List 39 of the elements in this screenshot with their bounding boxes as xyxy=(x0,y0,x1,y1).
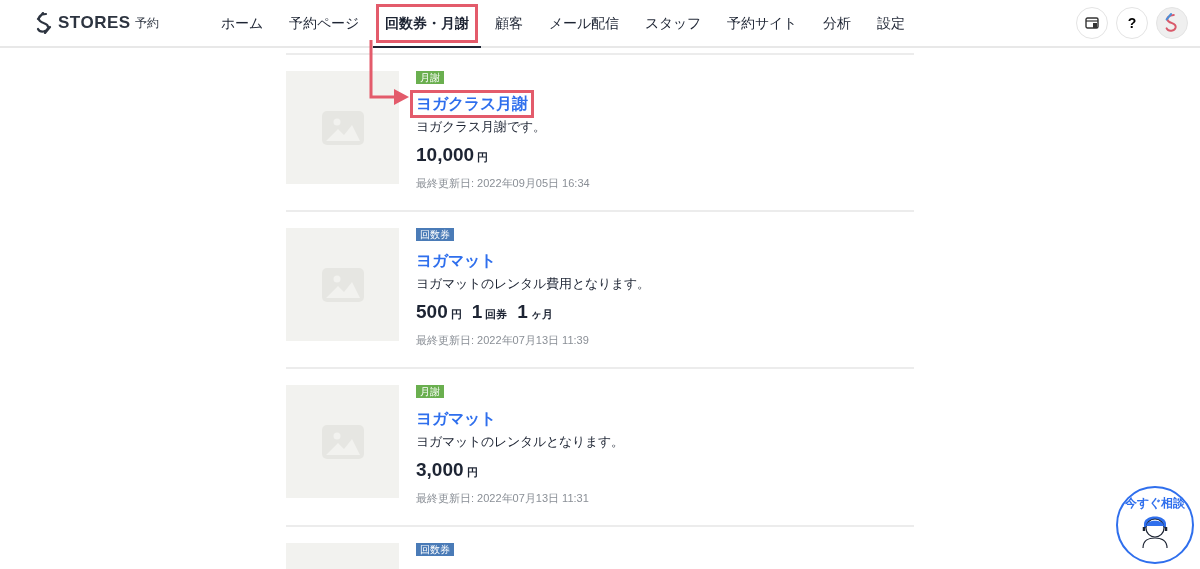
price-amount: 10,000 xyxy=(416,143,475,168)
price-amount: 3,000 xyxy=(416,457,464,482)
category-tag: 月謝 xyxy=(416,71,444,84)
updated-date: 最終更新日: 2022年09月05日 16:34 xyxy=(416,176,590,192)
price-amount: 1 xyxy=(517,300,528,325)
logo-text: STORES xyxy=(58,12,131,35)
price-unit: ヶ月 xyxy=(530,307,553,323)
product-description: ヨガマットのレンタルとなります。 xyxy=(416,433,624,451)
updated-date: 最終更新日: 2022年07月13日 11:31 xyxy=(416,490,590,506)
help-button[interactable]: ? xyxy=(1116,7,1148,39)
product-title-link[interactable]: ヨガマット xyxy=(413,407,499,430)
nav-tab[interactable]: 予約ページ xyxy=(276,0,371,48)
category-tag: 回数券 xyxy=(416,228,454,242)
logo-subtitle: 予約 xyxy=(134,15,159,32)
price-amount: 500 xyxy=(416,300,448,325)
nav-tab[interactable]: メール配信 xyxy=(536,0,631,48)
product-description: ヨガクラス月謝です。 xyxy=(416,119,547,137)
logo-icon xyxy=(34,12,54,34)
product-title-link[interactable]: ヨガマット xyxy=(413,250,499,273)
product-description: ヨガマットのレンタル費用となります。 xyxy=(416,276,650,294)
product-title-link[interactable]: ヨガクラス月謝 xyxy=(413,93,531,116)
nav-tab[interactable]: 回数券・月謝 xyxy=(372,0,481,48)
category-tag: 回数券 xyxy=(416,542,454,556)
preview-button[interactable] xyxy=(1076,7,1108,39)
window-icon xyxy=(1085,17,1099,29)
nav-tab[interactable]: 予約サイト xyxy=(714,0,809,48)
nav-tab[interactable]: ホーム xyxy=(208,0,275,48)
nav-tab[interactable]: 顧客 xyxy=(482,0,535,48)
price-unit: 回券 xyxy=(485,307,508,323)
price-unit: 円 xyxy=(466,464,478,480)
category-tag: 月謝 xyxy=(416,385,444,399)
updated-date: 最終更新日: 2022年07月13日 11:39 xyxy=(416,333,590,349)
nav-tab[interactable]: 設定 xyxy=(864,0,917,48)
nav-tab[interactable]: スタッフ xyxy=(632,0,713,48)
price-unit: 円 xyxy=(477,150,489,166)
account-button[interactable] xyxy=(1156,7,1188,39)
price-amount: 1 xyxy=(471,300,483,325)
price-unit: 円 xyxy=(450,307,462,323)
nav-tab[interactable]: 分析 xyxy=(810,0,863,48)
